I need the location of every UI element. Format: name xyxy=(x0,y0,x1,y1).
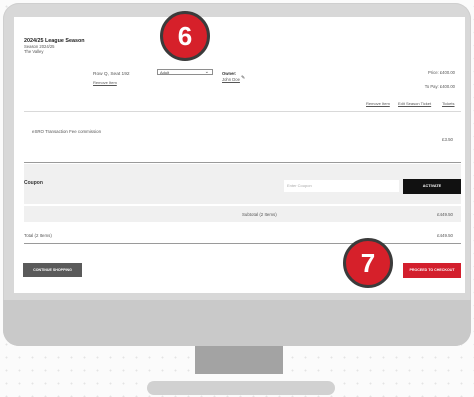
subtotal-label: Subtotal (2 Items) xyxy=(242,212,277,217)
monitor-stand-neck xyxy=(195,346,283,374)
owner-name-link[interactable]: John Doe xyxy=(222,77,240,82)
to-pay-label: To Pay: £400.00 xyxy=(424,84,455,89)
continue-shopping-button[interactable]: CONTINUE SHOPPING xyxy=(23,263,82,277)
fee-amount: £3.50 xyxy=(442,137,453,142)
divider xyxy=(24,162,461,163)
price-label: Price: £400.00 xyxy=(427,70,455,75)
proceed-to-checkout-button[interactable]: PROCEED TO CHECKOUT xyxy=(403,263,461,278)
total-label: Total (2 Items) xyxy=(24,233,52,238)
remove-item-link[interactable]: Remove Item xyxy=(93,80,117,85)
basket-screen: 2024/25 League Season Season 2024/25 The… xyxy=(14,17,465,293)
coupon-input[interactable]: Enter Coupon xyxy=(284,180,399,192)
edit-season-ticket-action[interactable]: Edit Season Ticket xyxy=(398,101,431,106)
event-venue: The Valley xyxy=(24,49,44,54)
divider xyxy=(24,111,461,112)
chevron-down-icon: ⌄ xyxy=(204,69,209,75)
subtotal-amount: £449.50 xyxy=(437,212,453,217)
total-amount: £449.50 xyxy=(437,233,453,238)
pencil-icon[interactable]: ✎ xyxy=(241,75,245,81)
activate-coupon-button[interactable]: ACTIVATE xyxy=(403,179,461,194)
step-badge-6: 6 xyxy=(160,11,210,61)
fee-label: eSRO Transaction Fee commission xyxy=(32,129,102,134)
ticket-type-value: Adult xyxy=(160,70,170,75)
monitor-chin xyxy=(3,300,471,346)
divider xyxy=(24,243,461,244)
remove-item-action[interactable]: Remove Item xyxy=(366,101,390,106)
monitor-stand-base xyxy=(147,381,335,395)
owner-label: Owner: xyxy=(222,71,237,76)
ticket-type-select[interactable]: Adult ⌄ xyxy=(157,69,213,75)
coupon-label: Coupon xyxy=(24,180,43,186)
step-badge-7: 7 xyxy=(343,238,393,288)
seat-label: Row Q, Seat 192 xyxy=(93,72,130,77)
tickets-action[interactable]: Tickets xyxy=(442,101,455,106)
